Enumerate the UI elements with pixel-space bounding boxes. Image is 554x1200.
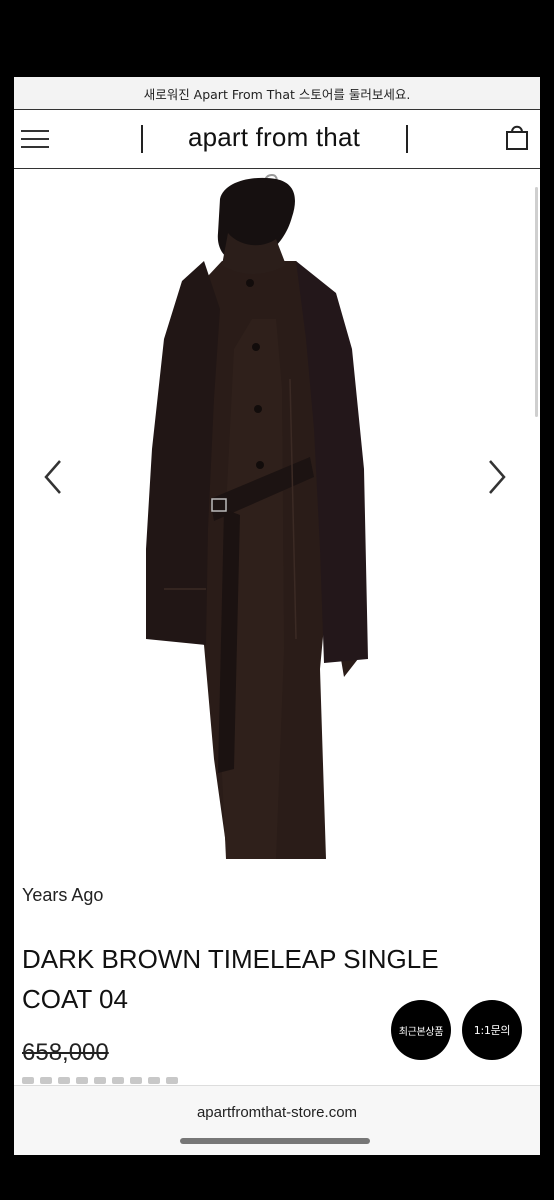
inquiry-label: 1:1문의 — [473, 1024, 511, 1037]
promo-banner[interactable]: 새로워진 Apart From That 스토어를 둘러보세요. — [14, 77, 540, 110]
address-url[interactable]: apartfromthat-store.com — [14, 1104, 540, 1121]
chevron-right-icon[interactable] — [482, 457, 512, 497]
inquiry-button[interactable]: 1:1문의 — [462, 1000, 522, 1060]
promo-banner-text: 새로워진 Apart From That 스토어를 둘러보세요. — [143, 86, 411, 102]
phone-screen: 새로워진 Apart From That 스토어를 둘러보세요. apart f… — [14, 77, 540, 1155]
header-nav: apart from that — [14, 110, 540, 169]
logo-divider-right — [406, 125, 408, 153]
coat-photo — [146, 173, 368, 859]
brand-logo[interactable]: apart from that — [164, 122, 384, 153]
home-indicator[interactable] — [180, 1138, 370, 1144]
hamburger-menu-icon[interactable] — [21, 128, 51, 150]
original-price: 658,000 — [22, 1039, 109, 1066]
scroll-indicator — [535, 187, 538, 417]
recent-items-button[interactable]: 최근본상품 — [391, 1000, 451, 1060]
product-brand[interactable]: Years Ago — [22, 885, 103, 906]
browser-address-bar[interactable]: apartfromthat-store.com — [14, 1085, 540, 1155]
product-image-carousel[interactable] — [14, 169, 540, 869]
recent-items-label: 최근본상품 — [398, 1026, 444, 1038]
logo-divider-left — [141, 125, 143, 153]
shopping-bag-icon[interactable] — [504, 123, 530, 151]
price-cut-off-row — [22, 1077, 242, 1085]
chevron-left-icon[interactable] — [38, 457, 68, 497]
